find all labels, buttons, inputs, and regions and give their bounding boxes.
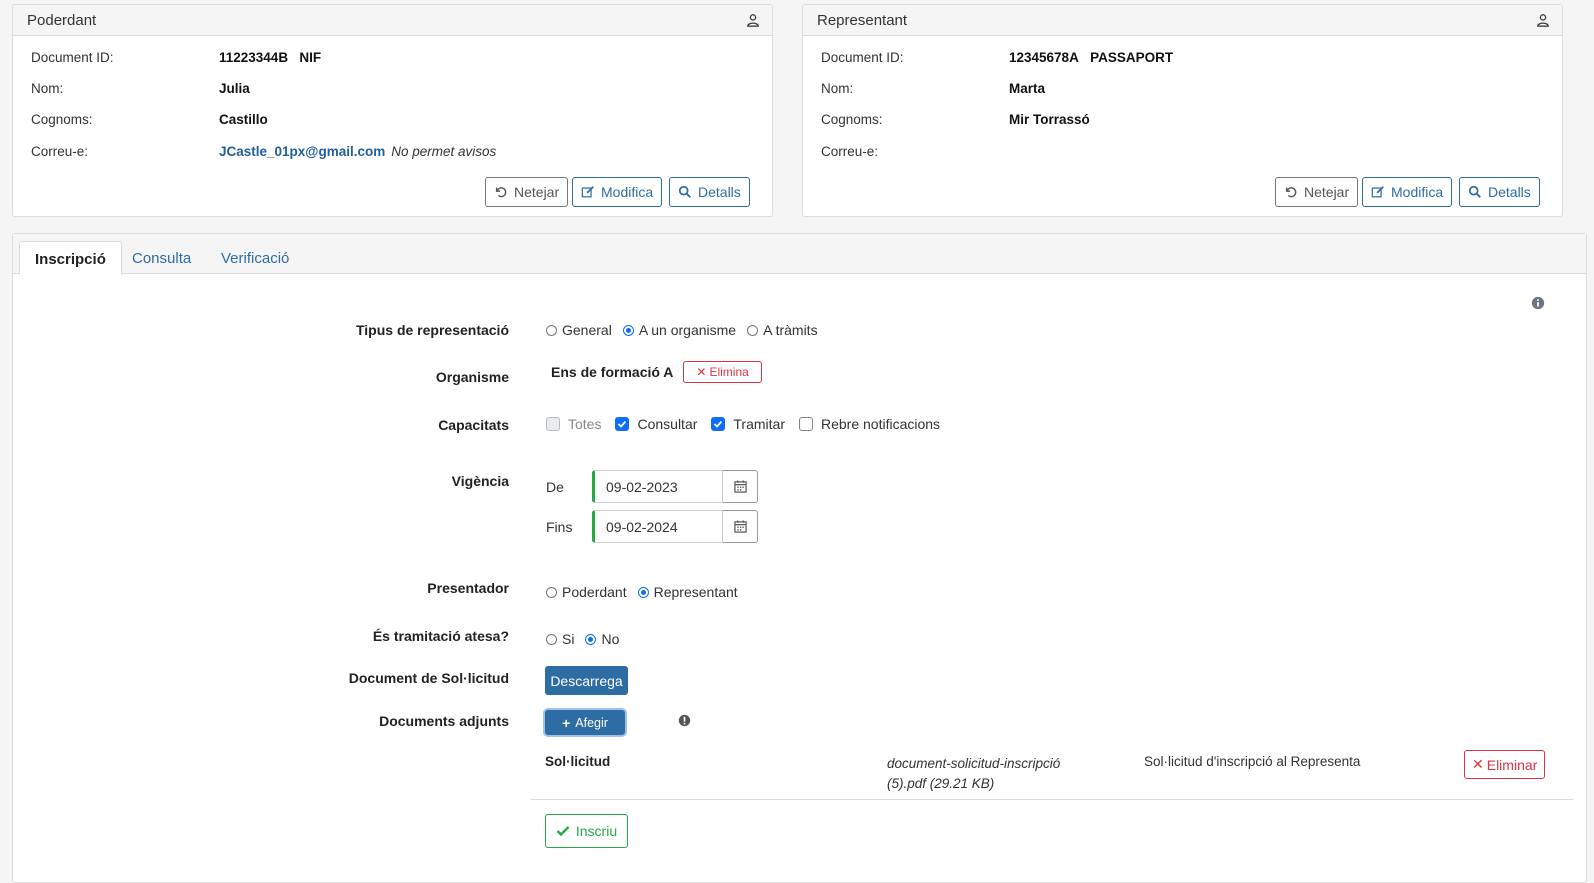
nom-label: Nom:	[821, 81, 854, 96]
vigencia-label: Vigència	[451, 473, 509, 489]
remove-attachment-button[interactable]: ✕ Eliminar	[1464, 750, 1546, 779]
email-note: No permet avisos	[391, 144, 497, 159]
cognoms-value: Mir Torrassó	[1009, 112, 1090, 127]
radio-poderdant[interactable]: Poderdant	[546, 584, 627, 600]
calendar-icon	[733, 480, 747, 493]
doc-type: PASSAPORT	[1090, 50, 1174, 65]
checkbox-tramitar[interactable]: Tramitar	[711, 416, 785, 432]
date-from-input[interactable]: 09-02-2023	[592, 470, 723, 503]
organisme-row: Ens de formació A ✕ Elimina	[551, 361, 762, 383]
organisme-value: Ens de formació A	[551, 364, 674, 380]
exclamation-icon[interactable]	[678, 714, 691, 727]
undo-icon	[495, 187, 507, 198]
email-label: Correu-e:	[31, 144, 89, 159]
capacitats-label: Capacitats	[438, 417, 509, 433]
atesa-label: És tramitació atesa?	[372, 628, 509, 644]
clear-button[interactable]: Netejar	[485, 177, 569, 207]
modify-button[interactable]: Modifica	[572, 177, 663, 207]
details-button[interactable]: Detalls	[1459, 177, 1540, 207]
representant-title: Representant	[817, 12, 908, 29]
download-button[interactable]: Descarrega	[545, 666, 628, 695]
organisme-remove-button[interactable]: ✕ Elimina	[683, 361, 762, 383]
undo-icon	[1285, 187, 1297, 198]
search-icon	[678, 185, 691, 198]
presentador-radio-group: Poderdant Representant	[546, 584, 749, 600]
fins-label: Fins	[546, 518, 573, 535]
doc-id-label: Document ID:	[31, 50, 114, 65]
attachment-type: Sol·licitud	[545, 754, 611, 769]
nom-value: Marta	[1009, 81, 1046, 96]
date-from-group: De 09-02-2023	[546, 470, 758, 503]
attachment-description: Sol·licitud d'inscripció al Representa	[1144, 754, 1361, 769]
email-link[interactable]: JCastle_01px@gmail.com	[219, 144, 385, 159]
poderdant-panel: Poderdant Document ID: 11223344B NIF Nom…	[12, 4, 773, 217]
tab-consulta[interactable]: Consulta	[117, 241, 206, 274]
representant-header: Representant	[803, 5, 1562, 36]
tab-inscripcio[interactable]: Inscripció	[19, 241, 122, 275]
close-icon: ✕	[696, 365, 707, 379]
email-value: JCastle_01px@gmail.com No permet avisos	[219, 144, 496, 159]
details-button[interactable]: Detalls	[669, 177, 750, 207]
check-icon	[615, 417, 630, 431]
cognoms-value: Castillo	[219, 112, 268, 127]
poderdant-header: Poderdant	[13, 5, 772, 36]
attachment-file[interactable]: document-solicitud-inscripció (5).pdf (2…	[887, 754, 1060, 794]
radio-organisme[interactable]: A un organisme	[622, 322, 736, 338]
date-to-input[interactable]: 09-02-2024	[592, 510, 723, 543]
doc-id-value: 11223344B NIF	[219, 50, 322, 65]
user-icon[interactable]	[746, 13, 760, 27]
modify-button[interactable]: Modifica	[1362, 177, 1453, 207]
checkbox-totes: Totes	[546, 416, 601, 432]
doc-id-label: Document ID:	[821, 50, 904, 65]
de-label: De	[546, 478, 564, 495]
user-icon[interactable]	[1536, 13, 1550, 27]
email-label: Correu-e:	[821, 144, 879, 159]
cognoms-label: Cognoms:	[821, 112, 883, 127]
tab-verificacio[interactable]: Verificació	[206, 241, 304, 274]
tipus-radio-group: General A un organisme A tràmits	[546, 322, 829, 338]
organisme-label: Organisme	[435, 369, 509, 385]
radio-representant[interactable]: Representant	[637, 584, 738, 600]
check-icon	[556, 826, 570, 837]
divider	[531, 799, 1573, 800]
submit-button[interactable]: Inscriu	[545, 814, 628, 848]
calendar-from-button[interactable]	[723, 470, 758, 503]
adjunts-label: Documents adjunts	[379, 713, 509, 729]
cognoms-label: Cognoms:	[31, 112, 93, 127]
clear-button[interactable]: Netejar	[1275, 177, 1359, 207]
radio-si[interactable]: Si	[546, 631, 574, 647]
nom-value: Julia	[219, 81, 250, 96]
tab-bar: Inscripció Consulta Verificació	[13, 234, 1586, 275]
radio-tramits[interactable]: A tràmits	[747, 322, 818, 338]
poderdant-title: Poderdant	[27, 12, 97, 29]
nom-label: Nom:	[31, 81, 64, 96]
tipus-label: Tipus de representació	[355, 322, 509, 338]
check-icon	[711, 417, 726, 431]
close-icon: ✕	[1472, 756, 1484, 772]
add-attachment-button[interactable]: + Afegir	[545, 710, 625, 735]
edit-icon	[1371, 186, 1384, 198]
main-card: Inscripció Consulta Verificació Tipus de…	[12, 233, 1587, 883]
date-to-group: Fins 09-02-2024	[546, 510, 758, 543]
capacitats-group: Totes Consultar Tramitar Rebre notificac…	[546, 416, 954, 432]
plus-icon: +	[562, 714, 571, 731]
checkbox-consultar[interactable]: Consultar	[615, 416, 697, 432]
calendar-icon	[733, 520, 747, 533]
radio-general[interactable]: General	[546, 322, 612, 338]
doc-sol-label: Document de Sol·licitud	[348, 670, 509, 686]
info-icon[interactable]	[1531, 296, 1545, 310]
edit-icon	[581, 186, 594, 198]
doc-id-value: 12345678A PASSAPORT	[1009, 50, 1174, 65]
radio-no[interactable]: No	[585, 631, 619, 647]
calendar-to-button[interactable]	[723, 510, 758, 543]
doc-type: NIF	[299, 50, 322, 65]
atesa-radio-group: Si No	[546, 631, 630, 647]
presentador-label: Presentador	[427, 580, 509, 596]
representant-panel: Representant Document ID: 12345678A PASS…	[802, 4, 1563, 217]
search-icon	[1468, 185, 1481, 198]
checkbox-rebre-notificacions[interactable]: Rebre notificacions	[798, 416, 940, 432]
